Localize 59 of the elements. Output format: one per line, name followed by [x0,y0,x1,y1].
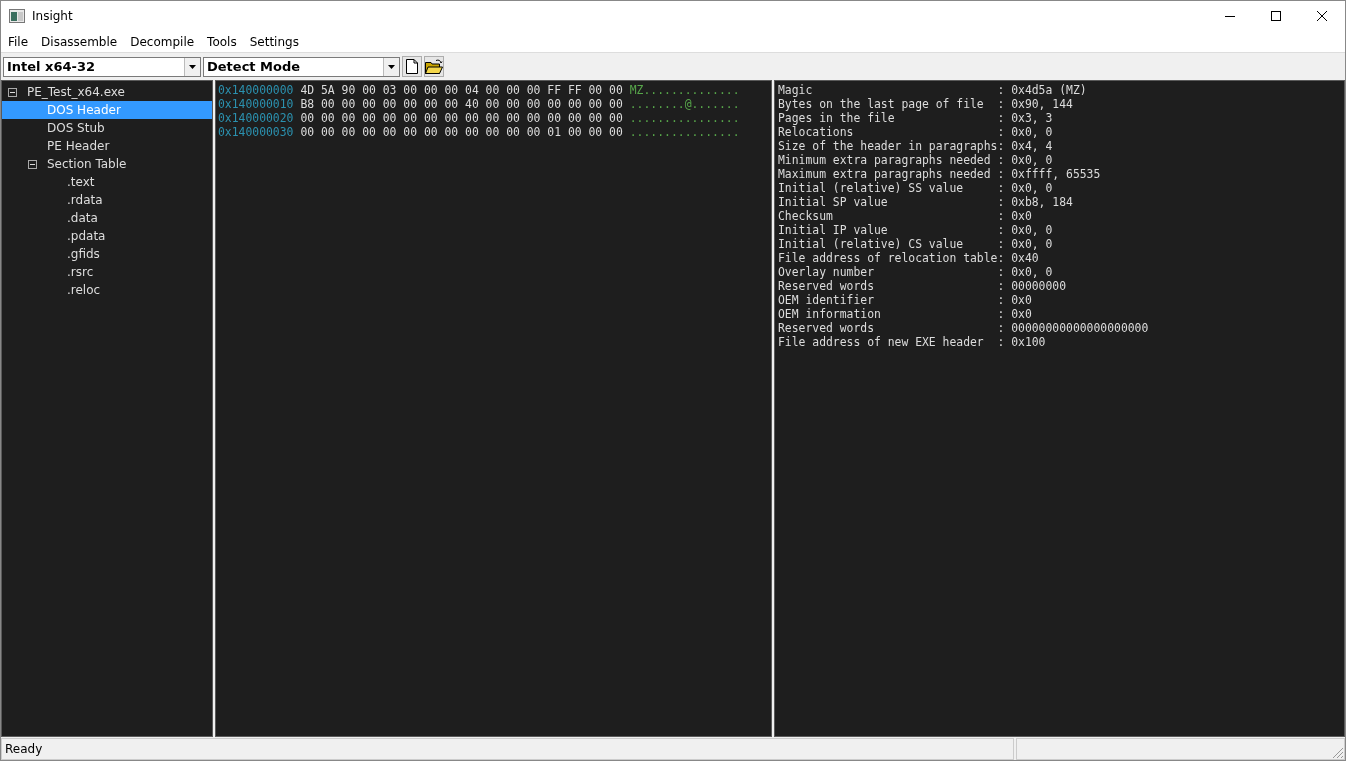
window-app-icon [9,9,25,23]
tree-item[interactable]: .gfids [2,245,212,263]
hex-ascii: MZ.............. [629,83,740,97]
hex-ascii: ................ [629,111,740,125]
hex-address: 0x140000020 [218,111,294,125]
header-field-line: Reserved words : 00000000 [778,279,1067,293]
tree-item[interactable]: .rsrc [2,263,212,281]
header-field-line: File address of new EXE header : 0x100 [778,335,1046,349]
header-field-line: Initial SP value : 0xb8, 184 [778,195,1073,209]
header-field-line: Size of the header in paragraphs: 0x4, 4 [778,139,1053,153]
header-field-line: Bytes on the last page of file : 0x90, 144 [778,97,1073,111]
collapse-icon[interactable] [28,159,37,169]
hex-bytes: 4D 5A 90 00 03 00 00 00 04 00 00 00 FF FF 00 00 [300,83,623,97]
tree-item[interactable]: .pdata [2,227,212,245]
close-icon [1317,11,1327,21]
hex-ascii: ................ [629,125,740,139]
menu-item[interactable]: Decompile [125,34,200,49]
header-field-line: File address of relocation table: 0x40 [778,251,1039,265]
header-field-line: OEM identifier : 0x0 [778,293,1032,307]
header-field-line: Pages in the file : 0x3, 3 [778,111,1053,125]
header-field-line: Magic : 0x4d5a (MZ) [778,83,1087,97]
hex-address: 0x140000000 [218,83,294,97]
tree-item[interactable]: PE_Test_x64.exe [2,83,212,101]
hex-address: 0x140000010 [218,97,294,111]
hex-bytes: 00 00 00 00 00 00 00 00 00 00 00 00 01 00 00 00 [300,125,623,139]
collapse-icon[interactable] [8,87,17,97]
header-field-line: Maximum extra paragraphs needed : 0xffff, 65535 [778,167,1101,181]
header-field-line: Initial (relative) CS value : 0x0, 0 [778,237,1053,251]
hex-bytes: 00 00 00 00 00 00 00 00 00 00 00 00 00 00 00 00 [300,111,623,125]
header-field-line: Overlay number : 0x0, 0 [778,265,1053,279]
tree-item[interactable]: DOS Stub [2,119,212,137]
menu-item[interactable]: Settings [244,34,304,49]
tree-item[interactable]: Section Table [2,155,212,173]
header-field-line: Checksum : 0x0 [778,209,1032,223]
menu-item[interactable]: Disassemble [36,34,123,49]
menu-item[interactable]: File [3,34,34,49]
tree-item[interactable]: PE Header [2,137,212,155]
hex-address: 0x140000030 [218,125,294,139]
window-title: Insight [32,9,73,23]
maximize-icon [1271,11,1281,21]
header-field-line: Initial IP value : 0x0, 0 [778,223,1053,237]
new-file-button[interactable] [402,56,422,77]
tree-item[interactable]: .data [2,209,212,227]
architecture-dropdown[interactable]: Intel x64-32 [3,56,201,77]
header-field-line: Reserved words : 00000000000000000000 [778,321,1149,335]
header-field-line: Relocations : 0x0, 0 [778,125,1053,139]
header-field-line: OEM information : 0x0 [778,307,1032,321]
open-folder-button[interactable] [424,56,444,77]
header-field-line: Initial (relative) SS value : 0x0, 0 [778,181,1053,195]
menu-item[interactable]: Tools [202,34,242,49]
hex-bytes: B8 00 00 00 00 00 00 00 40 00 00 00 00 00 00 00 [300,97,623,111]
mode-dropdown[interactable]: Detect Mode [203,56,400,77]
status-text: Ready [1,738,1014,760]
tree-item[interactable]: .text [2,173,212,191]
hex-ascii: ........@....... [629,97,740,111]
tree-item[interactable]: .rdata [2,191,212,209]
header-field-line: Minimum extra paragraphs needed : 0x0, 0 [778,153,1053,167]
resize-grip-icon[interactable] [1332,747,1344,759]
tree-item[interactable]: .reloc [2,281,212,299]
